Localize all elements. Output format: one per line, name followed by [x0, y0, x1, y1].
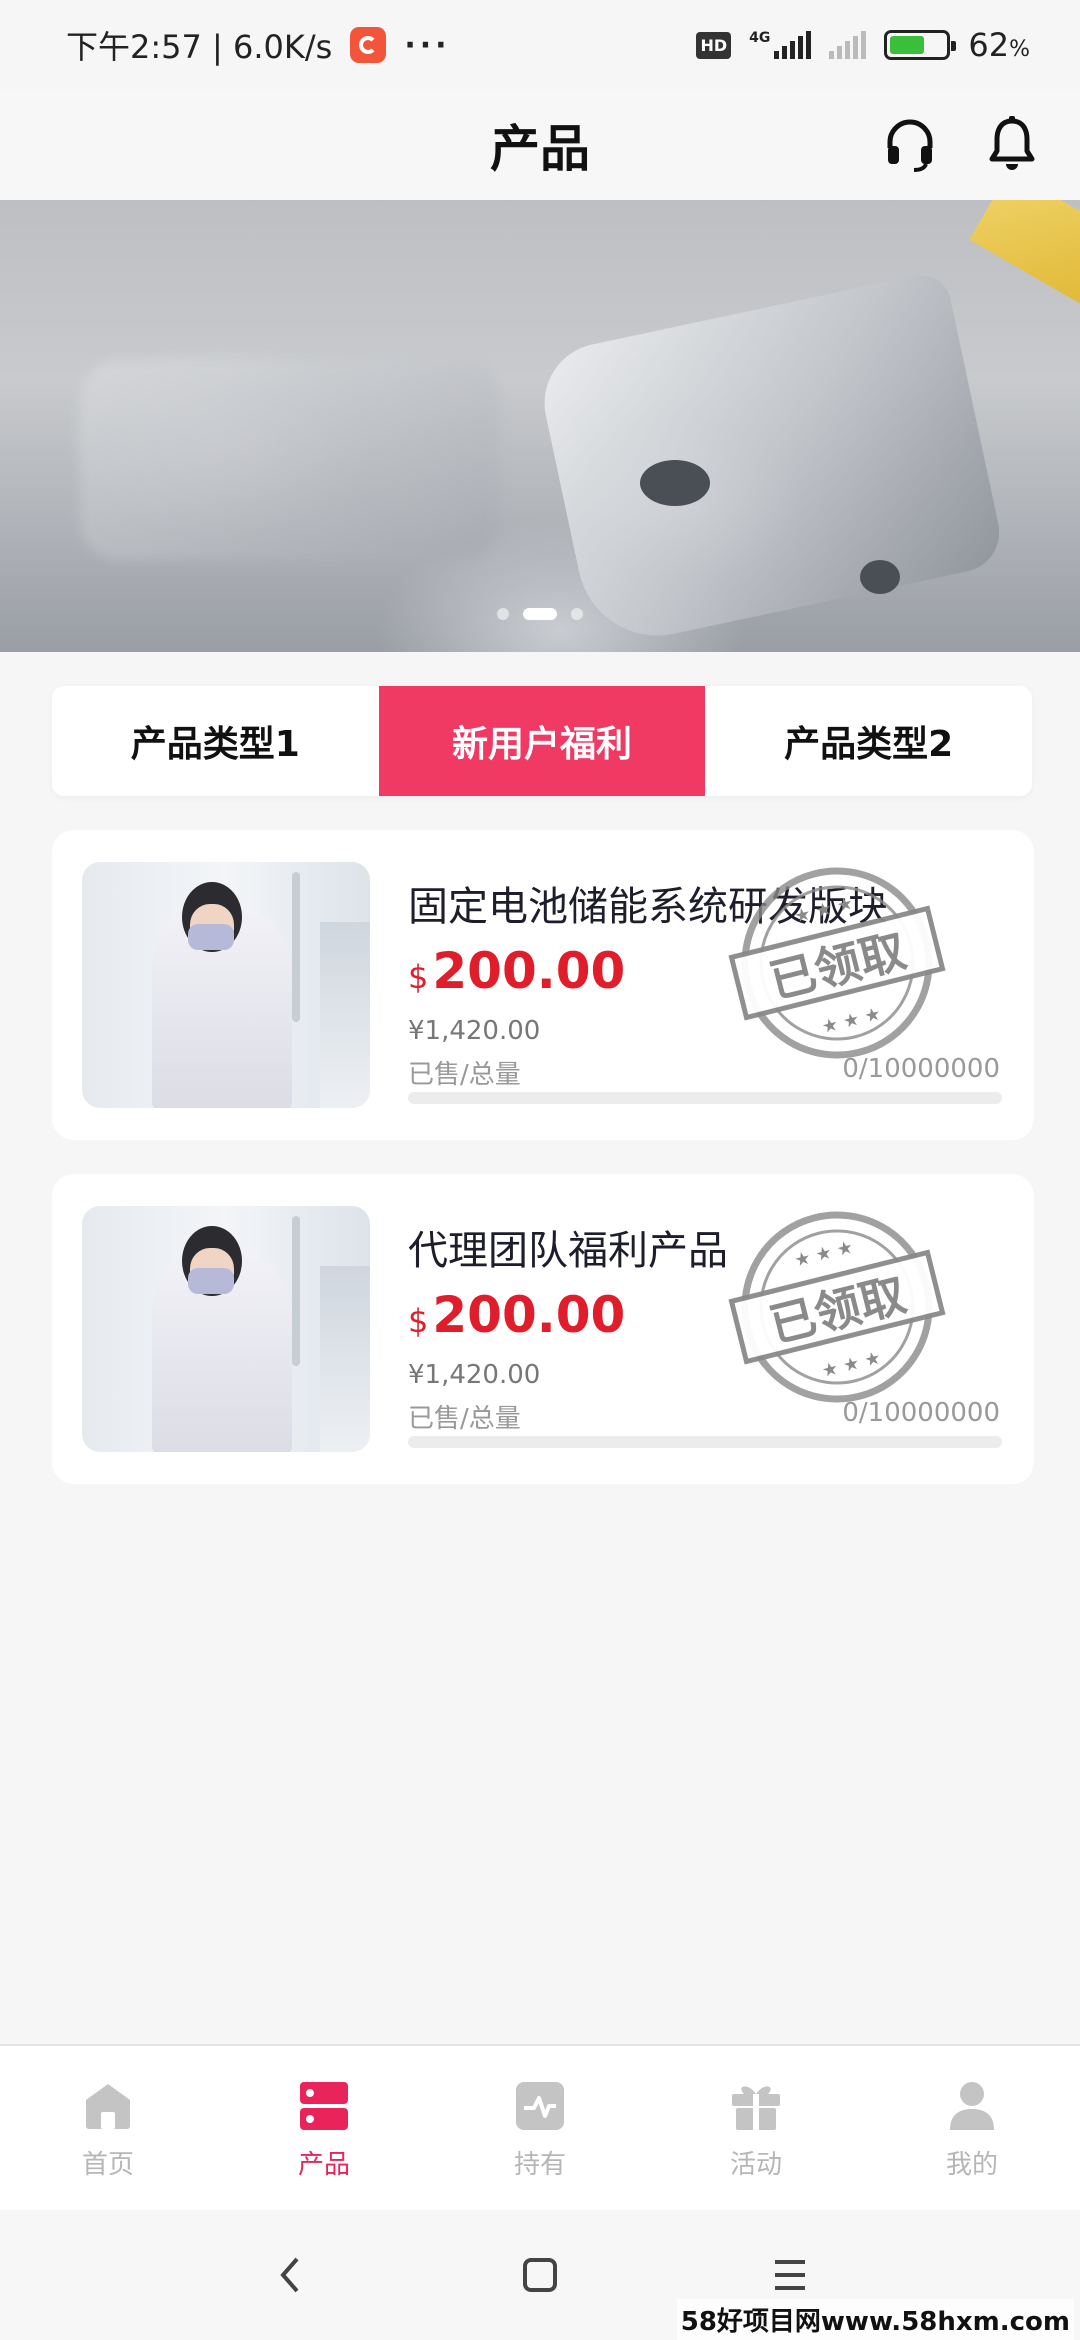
home-square-icon[interactable] — [510, 2245, 570, 2305]
carousel-dot[interactable] — [497, 608, 509, 620]
product-type-tabs: 产品类型1 新用户福利 产品类型2 — [52, 686, 1032, 796]
battery-fill — [890, 36, 924, 54]
product-icon — [300, 2082, 348, 2130]
headset-icon[interactable] — [880, 108, 940, 180]
battery-icon — [884, 30, 957, 60]
battery-percent: 62% — [968, 26, 1030, 64]
product-thumbnail — [82, 1206, 370, 1452]
product-card[interactable]: 固定电池储能系统研发版块 $200.00 ¥1,420.00 已售/总量 0/1… — [52, 830, 1034, 1140]
product-price: $200.00 — [408, 942, 626, 1000]
status-time-speed: 下午2:57 | 6.0K/s — [66, 28, 333, 66]
svg-text:★ ★ ★: ★ ★ ★ — [820, 1003, 883, 1038]
tab-product-type-2[interactable]: 产品类型2 — [705, 686, 1032, 796]
product-original-price: ¥1,420.00 — [408, 1360, 541, 1390]
product-card[interactable]: 代理团队福利产品 $200.00 ¥1,420.00 已售/总量 0/10000… — [52, 1174, 1034, 1484]
nav-activities[interactable]: 活动 — [648, 2046, 864, 2210]
nav-label: 我的 — [945, 2150, 998, 2180]
product-price: $200.00 — [408, 1286, 626, 1344]
svg-text:★ ★ ★: ★ ★ ★ — [792, 1237, 855, 1272]
product-name: 代理团队福利产品 — [408, 1228, 728, 1274]
nav-home[interactable]: 首页 — [0, 2046, 216, 2210]
app-notification-icon — [350, 27, 387, 63]
banner-image-part — [80, 360, 500, 560]
sales-progress-bar — [408, 1436, 1002, 1448]
app-header: 产品 — [0, 90, 1080, 200]
back-icon[interactable] — [260, 2245, 320, 2305]
sales-progress-bar — [408, 1092, 1002, 1104]
banner-image-part — [860, 560, 900, 594]
user-icon — [950, 2082, 994, 2130]
nav-label: 持有 — [513, 2150, 566, 2180]
bell-icon[interactable] — [982, 108, 1042, 180]
claimed-stamp: 已领取 ★ ★ ★ ★ ★ ★ — [728, 1211, 946, 1403]
nav-label: 产品 — [297, 2150, 350, 2180]
network-type: 4G — [749, 30, 771, 46]
tab-new-user-benefits[interactable]: 新用户福利 — [378, 686, 706, 796]
gift-icon — [732, 2086, 780, 2130]
status-bar: 下午2:57 | 6.0K/s ··· HD 4G 62% — [0, 0, 1080, 90]
hd-icon: HD — [696, 31, 732, 59]
page-title: 产品 — [490, 120, 590, 178]
signal-sim2-icon — [829, 31, 867, 59]
svg-text:★ ★ ★: ★ ★ ★ — [792, 893, 855, 928]
holdings-icon — [516, 2082, 564, 2130]
nav-label: 活动 — [729, 2150, 782, 2180]
product-thumbnail — [82, 862, 370, 1108]
nav-products[interactable]: 产品 — [216, 2046, 432, 2210]
signal-4g-icon: 4G — [749, 30, 812, 59]
tab-product-type-1[interactable]: 产品类型1 — [52, 686, 379, 796]
sold-total-label: 已售/总量 — [408, 1060, 521, 1090]
more-notifications-icon: ··· — [404, 27, 451, 63]
home-icon — [86, 2084, 130, 2129]
product-original-price: ¥1,420.00 — [408, 1016, 541, 1046]
menu-icon[interactable] — [760, 2245, 820, 2305]
nav-holdings[interactable]: 持有 — [432, 2046, 648, 2210]
banner-image-part — [533, 269, 1007, 651]
watermark: 58好项目网www.58hxm.com — [676, 2299, 1074, 2340]
sold-total-label: 已售/总量 — [408, 1404, 521, 1434]
carousel-indicator — [0, 608, 1080, 620]
banner-image-part — [640, 460, 710, 506]
svg-text:★ ★ ★: ★ ★ ★ — [820, 1347, 883, 1382]
banner-image-part — [969, 200, 1080, 310]
bottom-tab-bar: 首页 产品 持有 活动 我的 — [0, 2044, 1080, 2210]
nav-profile[interactable]: 我的 — [864, 2046, 1080, 2210]
banner-carousel[interactable] — [0, 200, 1080, 652]
nav-label: 首页 — [81, 2150, 134, 2180]
carousel-dot[interactable] — [571, 608, 583, 620]
carousel-dot[interactable] — [523, 608, 557, 620]
